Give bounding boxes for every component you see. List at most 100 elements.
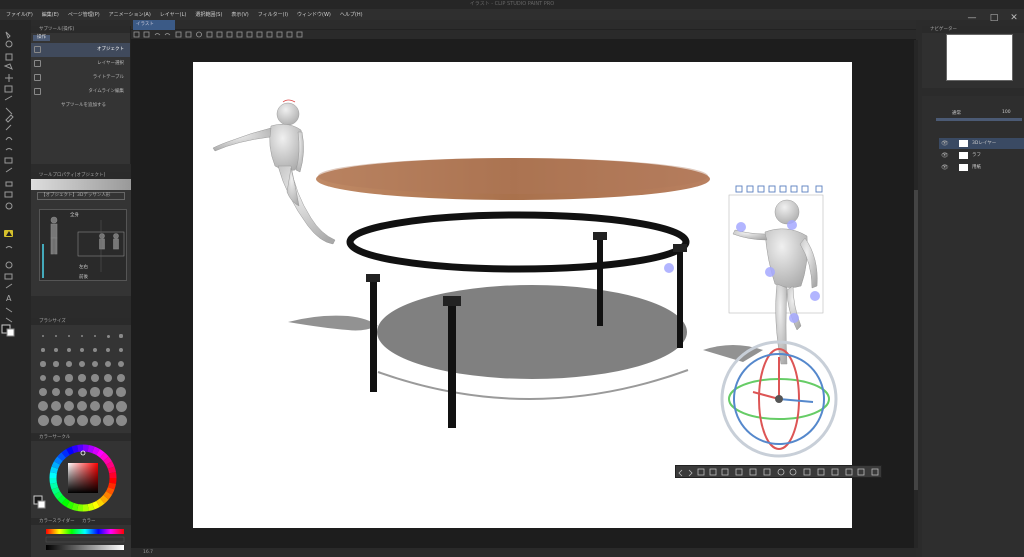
tool-icons[interactable]: A bbox=[0, 20, 31, 350]
brush-size-preset[interactable] bbox=[104, 374, 112, 382]
brush-size-preset[interactable] bbox=[40, 361, 46, 367]
option-front-back[interactable]: 前後 bbox=[79, 274, 88, 280]
tab-color[interactable]: カラー bbox=[82, 519, 96, 524]
brush-size-preset[interactable] bbox=[106, 334, 110, 338]
menu-animation[interactable]: アニメーション(A) bbox=[109, 11, 151, 18]
brush-size-preset[interactable] bbox=[76, 414, 88, 426]
brush-size-preset[interactable] bbox=[37, 414, 49, 426]
eye-icon[interactable]: 👁 bbox=[941, 150, 950, 161]
tab-operation[interactable]: 操作 bbox=[33, 35, 50, 41]
brush-size-preset[interactable] bbox=[92, 361, 98, 367]
brush-size-preset[interactable] bbox=[63, 400, 75, 412]
brush-size-preset[interactable] bbox=[102, 414, 114, 426]
brush-size-preset[interactable] bbox=[115, 414, 127, 426]
brush-size-preset[interactable] bbox=[54, 334, 58, 338]
brush-size-preset[interactable] bbox=[102, 400, 114, 412]
layer-thumbnail bbox=[959, 164, 968, 171]
brush-size-preset[interactable] bbox=[39, 374, 47, 382]
brush-size-preset[interactable] bbox=[119, 334, 123, 338]
zoom-value[interactable]: 16.7 bbox=[143, 550, 153, 555]
pose-label: 全身 bbox=[70, 213, 79, 218]
object-launcher-top[interactable] bbox=[735, 185, 823, 193]
brush-size-preset[interactable] bbox=[42, 335, 44, 337]
brush-size-preset[interactable] bbox=[76, 400, 88, 412]
brush-size-preset[interactable] bbox=[105, 347, 111, 353]
brush-size-preset[interactable] bbox=[117, 360, 125, 368]
brush-size-preset[interactable] bbox=[38, 401, 48, 411]
brush-size-preset[interactable] bbox=[79, 347, 85, 353]
brush-size-preset[interactable] bbox=[65, 374, 73, 382]
brush-size-preset[interactable] bbox=[51, 387, 61, 397]
layer-thumbnail bbox=[959, 140, 968, 147]
navigator-thumbnail[interactable] bbox=[946, 34, 1013, 81]
tab-color-slider[interactable]: カラースライダー bbox=[39, 519, 75, 524]
brush-size-preset[interactable] bbox=[54, 348, 58, 352]
brush-size-preset[interactable] bbox=[91, 374, 99, 382]
brush-size-preset[interactable] bbox=[90, 387, 100, 397]
brush-size-preset[interactable] bbox=[38, 387, 48, 397]
brush-size-preset[interactable] bbox=[64, 387, 74, 397]
brush-size-preset[interactable] bbox=[104, 360, 112, 368]
opacity-value[interactable]: 100 bbox=[1002, 110, 1011, 115]
canvas-paper[interactable] bbox=[193, 62, 852, 528]
brush-size-preset[interactable] bbox=[93, 334, 97, 338]
canvas-tab-illust[interactable]: イラスト bbox=[133, 20, 175, 30]
eye-icon[interactable]: 👁 bbox=[941, 162, 950, 173]
brush-size-preset[interactable] bbox=[116, 387, 126, 397]
pose-scanner[interactable]: 全身 bbox=[39, 209, 127, 281]
menu-file[interactable]: ファイル(F) bbox=[6, 11, 33, 18]
brush-size-preset[interactable] bbox=[115, 400, 127, 412]
object-launcher[interactable] bbox=[675, 465, 882, 478]
command-icons[interactable] bbox=[131, 30, 351, 39]
menu-filter[interactable]: フィルター(I) bbox=[258, 11, 288, 18]
menu-edit[interactable]: 編集(E) bbox=[42, 11, 59, 18]
menu-help[interactable]: ヘルプ(H) bbox=[340, 11, 363, 18]
menu-window[interactable]: ウィンドウ(W) bbox=[297, 11, 331, 18]
brush-size-preset[interactable] bbox=[50, 400, 62, 412]
brush-size-preset[interactable] bbox=[50, 414, 62, 426]
brush-size-preset[interactable] bbox=[63, 414, 75, 426]
subtool-item-layer-select[interactable]: レイヤー選択 bbox=[31, 57, 130, 71]
brush-size-preset[interactable] bbox=[79, 361, 85, 367]
opacity-slider[interactable] bbox=[936, 118, 1022, 121]
subtool-item-light-table[interactable]: ライトテーブル bbox=[31, 71, 130, 85]
3d-drawing-figure-left[interactable] bbox=[212, 99, 336, 245]
canvas-scrollbar[interactable] bbox=[914, 40, 918, 548]
menu-view[interactable]: 表示(V) bbox=[231, 11, 248, 18]
brush-size-preset[interactable] bbox=[89, 400, 101, 412]
layer-row-paper[interactable]: 👁 用紙 bbox=[939, 162, 1024, 173]
brush-size-preset[interactable] bbox=[78, 374, 86, 382]
menu-layer[interactable]: レイヤー(L) bbox=[160, 11, 187, 18]
brush-size-preset[interactable] bbox=[53, 361, 59, 367]
brush-size-preset[interactable] bbox=[67, 348, 71, 352]
layer-row-rough[interactable]: 👁 ラフ bbox=[939, 150, 1024, 161]
menu-selection[interactable]: 選択範囲(S) bbox=[195, 11, 222, 18]
brush-size-preset[interactable] bbox=[77, 387, 87, 397]
object-combo[interactable]: 【オブジェクト】3Dデッサン人形 bbox=[37, 192, 125, 200]
eye-icon[interactable]: 👁 bbox=[941, 138, 950, 149]
add-subtool-button[interactable]: サブツールを追加する bbox=[31, 99, 130, 113]
brush-size-preset[interactable] bbox=[118, 347, 124, 353]
menu-page[interactable]: ページ管理(P) bbox=[68, 11, 100, 18]
3d-scene[interactable] bbox=[193, 62, 852, 528]
layer-row-3d[interactable]: 👁 3Dレイヤー bbox=[939, 138, 1024, 149]
brush-size-preset[interactable] bbox=[92, 347, 98, 353]
option-left-right[interactable]: 左右 bbox=[79, 264, 88, 270]
3d-drawing-figure-right[interactable] bbox=[664, 185, 842, 462]
launcher-icons[interactable] bbox=[676, 466, 883, 479]
brush-size-preset[interactable] bbox=[66, 361, 72, 367]
table-leg bbox=[370, 276, 377, 392]
brush-size-preset[interactable] bbox=[52, 374, 60, 382]
subtool-item-timeline[interactable]: タイムライン編集 bbox=[31, 85, 130, 99]
blend-mode[interactable]: 通常 bbox=[952, 110, 961, 116]
brush-size-preset[interactable] bbox=[103, 387, 113, 397]
brush-size-preset[interactable] bbox=[67, 334, 71, 338]
title-bar: イラスト - CLIP STUDIO PAINT PRO bbox=[0, 0, 1024, 9]
brush-size-preset[interactable] bbox=[41, 348, 45, 352]
brush-size-preset[interactable] bbox=[89, 414, 101, 426]
subtool-item-object[interactable]: オブジェクト bbox=[31, 43, 130, 57]
brush-size-preset[interactable] bbox=[80, 334, 84, 338]
color-wheel[interactable] bbox=[31, 441, 131, 518]
brush-size-preset[interactable] bbox=[117, 374, 125, 382]
hue-sliders[interactable] bbox=[31, 525, 131, 555]
